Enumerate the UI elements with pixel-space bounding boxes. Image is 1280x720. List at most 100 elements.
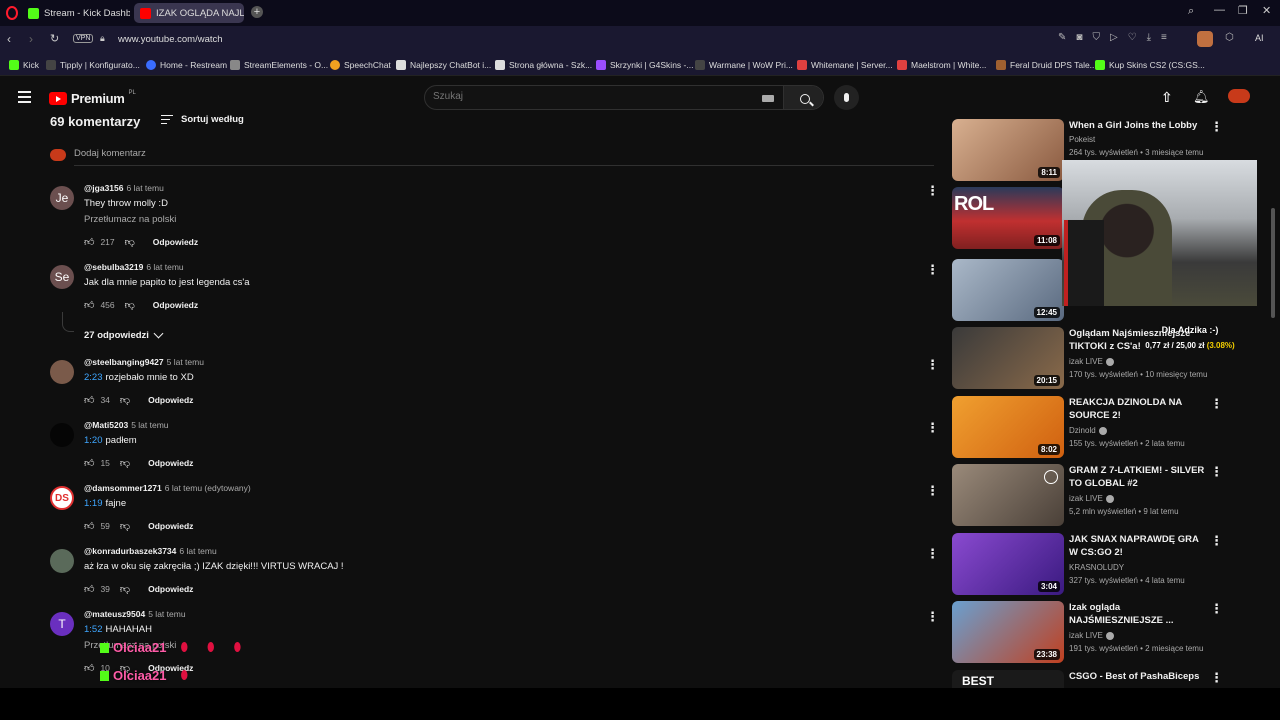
- bookmark-item[interactable]: StreamElements - O...: [230, 58, 328, 72]
- cube-icon[interactable]: ⬡: [1225, 32, 1234, 43]
- video-more-icon[interactable]: ⋮: [1210, 533, 1223, 549]
- maximize-button[interactable]: ❐: [1238, 4, 1248, 17]
- like-icon[interactable]: 👍︎: [84, 457, 94, 469]
- comment-time[interactable]: 5 lat temu: [167, 357, 204, 367]
- youtube-logo[interactable]: Premium PL: [49, 90, 136, 106]
- reply-button[interactable]: Odpowiedz: [148, 584, 193, 594]
- comment-avatar[interactable]: T: [50, 612, 74, 636]
- tab-youtube-video[interactable]: IZAK OGLĄDA NAJLEPSZE: [134, 3, 244, 23]
- forward-button[interactable]: ›: [29, 32, 33, 46]
- profile-avatar[interactable]: [1197, 31, 1213, 47]
- sort-comments-button[interactable]: Sortuj według: [161, 114, 244, 125]
- comment-author[interactable]: @konradurbaszek3734: [84, 546, 176, 556]
- hamburger-menu-icon[interactable]: [18, 91, 31, 103]
- comment-more-icon[interactable]: ⋮: [926, 547, 939, 560]
- related-video[interactable]: GRAM Z 7-LATKIEM! - SILVER TO GLOBAL #2 …: [952, 464, 1232, 526]
- show-replies-button[interactable]: 27 odpowiedzi: [84, 328, 164, 341]
- vpn-badge[interactable]: VPN: [73, 34, 94, 43]
- video-more-icon[interactable]: ⋮: [1210, 119, 1223, 135]
- video-title[interactable]: JAK SNAX NAPRAWDĘ GRA W CS:GO 2!: [1069, 533, 1209, 559]
- comment-time[interactable]: 6 lat temu (edytowany): [165, 483, 251, 493]
- bookmark-item[interactable]: Whitemane | Server...: [797, 58, 893, 72]
- video-channel[interactable]: izak LIVE: [1069, 631, 1114, 640]
- comment-more-icon[interactable]: ⋮: [926, 421, 939, 434]
- address-bar[interactable]: www.youtube.com/watch: [118, 34, 223, 45]
- related-video[interactable]: 23:38 Izak ogląda NAJŚMIESZNIEJSZE ... i…: [952, 601, 1232, 663]
- comment-time[interactable]: 6 lat temu: [146, 262, 183, 272]
- comment-avatar[interactable]: [50, 423, 74, 447]
- video-more-icon[interactable]: ⋮: [1210, 464, 1223, 480]
- video-more-icon[interactable]: ⋮: [1210, 670, 1223, 686]
- comment-author[interactable]: @jga3156: [84, 183, 123, 193]
- video-thumbnail[interactable]: [952, 464, 1064, 526]
- reply-button[interactable]: Odpowiedz: [153, 237, 198, 247]
- video-channel[interactable]: izak LIVE: [1069, 357, 1114, 366]
- account-avatar[interactable]: [1228, 89, 1250, 103]
- related-video[interactable]: 3:04 JAK SNAX NAPRAWDĘ GRA W CS:GO 2! KR…: [952, 533, 1232, 595]
- video-title[interactable]: GRAM Z 7-LATKIEM! - SILVER TO GLOBAL #2: [1069, 464, 1209, 490]
- search-tabs-icon[interactable]: ⌕: [1188, 5, 1194, 18]
- reload-button[interactable]: ↻: [50, 32, 59, 45]
- comment-author[interactable]: @mateusz9504: [84, 609, 145, 619]
- ai-button[interactable]: AI: [1255, 33, 1264, 43]
- download-icon[interactable]: ⤓: [1147, 32, 1151, 43]
- video-thumbnail[interactable]: ROL 11:08: [952, 187, 1064, 249]
- comment-time[interactable]: 6 lat temu: [126, 183, 163, 193]
- like-icon[interactable]: 👍︎: [84, 236, 94, 248]
- comment-avatar[interactable]: [50, 360, 74, 384]
- comment-timestamp-link[interactable]: 1:52: [84, 624, 103, 635]
- related-video[interactable]: 8:02 REAKCJA DZINOLDA NA SOURCE 2! Dzino…: [952, 396, 1232, 458]
- play-icon[interactable]: ▷: [1110, 32, 1118, 43]
- comment-author[interactable]: @sebulba3219: [84, 262, 143, 272]
- related-video[interactable]: BEST CSGO - Best of PashaBiceps ⋮: [952, 670, 1232, 688]
- dislike-icon[interactable]: 👎︎: [120, 583, 130, 595]
- bookmark-item[interactable]: Najlepszy ChatBot i...: [396, 58, 491, 72]
- like-icon[interactable]: 👍︎: [84, 583, 94, 595]
- bookmark-item[interactable]: Strona główna - Szk...: [495, 58, 592, 72]
- comment-author[interactable]: @damsommer1271: [84, 483, 162, 493]
- comment-more-icon[interactable]: ⋮: [926, 263, 939, 276]
- video-more-icon[interactable]: ⋮: [1210, 601, 1223, 617]
- video-thumbnail[interactable]: 3:04: [952, 533, 1064, 595]
- scrollbar-thumb[interactable]: [1271, 208, 1275, 318]
- video-channel[interactable]: Pokeist: [1069, 135, 1095, 144]
- like-icon[interactable]: 👍︎: [84, 394, 94, 406]
- dislike-icon[interactable]: 👎︎: [125, 299, 135, 311]
- video-thumbnail[interactable]: 20:15: [952, 327, 1064, 389]
- comment-time[interactable]: 5 lat temu: [148, 609, 185, 619]
- opera-logo-icon[interactable]: [6, 6, 18, 20]
- notifications-bell-icon[interactable]: 🔔︎: [1193, 89, 1210, 105]
- video-thumbnail[interactable]: 8:11: [952, 119, 1064, 181]
- reply-button[interactable]: Odpowiedz: [148, 395, 193, 405]
- comment-author[interactable]: @Mati5203: [84, 420, 128, 430]
- comment-time[interactable]: 5 lat temu: [131, 420, 168, 430]
- video-thumbnail[interactable]: 8:02: [952, 396, 1064, 458]
- video-title[interactable]: REAKCJA DZINOLDA NA SOURCE 2!: [1069, 396, 1209, 422]
- like-icon[interactable]: 👍︎: [84, 520, 94, 532]
- like-icon[interactable]: 👍︎: [84, 299, 94, 311]
- bookmark-item[interactable]: Warmane | WoW Pri...: [695, 58, 793, 72]
- search-input[interactable]: [433, 91, 753, 102]
- video-thumbnail[interactable]: 12:45: [952, 259, 1064, 321]
- comment-more-icon[interactable]: ⋮: [926, 610, 939, 623]
- comment-time[interactable]: 6 lat temu: [179, 546, 216, 556]
- bookmark-item[interactable]: Kick: [9, 58, 39, 72]
- video-thumbnail[interactable]: BEST: [952, 670, 1064, 688]
- reply-button[interactable]: Odpowiedz: [148, 521, 193, 531]
- bookmark-item[interactable]: Feral Druid DPS Tale...: [996, 58, 1097, 72]
- comment-author[interactable]: @steelbanging9427: [84, 357, 164, 367]
- dislike-icon[interactable]: 👎︎: [125, 236, 135, 248]
- keyboard-icon[interactable]: [762, 95, 774, 102]
- comment-timestamp-link[interactable]: 1:19: [84, 498, 103, 509]
- comment-timestamp-link[interactable]: 1:20: [84, 435, 103, 446]
- comment-timestamp-link[interactable]: 2:23: [84, 372, 103, 383]
- back-button[interactable]: ‹: [7, 32, 11, 46]
- camera-icon[interactable]: ◙: [1076, 32, 1082, 43]
- new-tab-button[interactable]: +: [251, 6, 263, 18]
- video-title[interactable]: CSGO - Best of PashaBiceps: [1069, 670, 1209, 683]
- close-window-button[interactable]: ✕: [1262, 4, 1271, 17]
- bookmark-item[interactable]: SpeechChat: [330, 58, 391, 72]
- minimize-button[interactable]: —: [1214, 4, 1225, 16]
- video-channel[interactable]: izak LIVE: [1069, 494, 1114, 503]
- search-button[interactable]: [783, 86, 823, 109]
